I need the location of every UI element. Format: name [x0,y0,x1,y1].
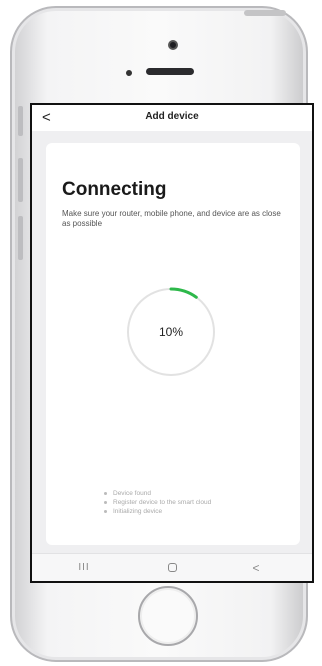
nav-back-icon[interactable]: < [244,560,268,576]
connecting-card: Connecting Make sure your router, mobile… [46,143,300,545]
home-icon[interactable] [160,560,184,576]
phone-home-button [138,586,198,646]
step-label: Device found [113,490,151,497]
recents-icon[interactable]: III [72,560,96,576]
step-item: Register device to the smart cloud [104,498,211,507]
system-nav-bar: III < [32,553,312,581]
power-button [244,10,286,16]
step-label: Register device to the smart cloud [113,499,212,506]
page-title: Add device [145,111,199,122]
bullet-icon [104,501,107,504]
bullet-icon [104,492,107,495]
step-item: Initializing device [104,507,211,516]
connecting-title: Connecting [62,179,167,200]
bullet-icon [104,510,107,513]
step-item: Device found [104,489,211,498]
front-camera [168,40,178,50]
proximity-sensor [126,70,132,76]
connecting-description: Make sure your router, mobile phone, and… [62,209,281,228]
phone-screen: < Add device Connecting Make sure your r… [30,103,314,583]
app-header: < Add device [32,105,312,131]
step-label: Initializing device [113,508,163,515]
mute-switch [18,106,23,136]
volume-up-button [18,158,23,202]
earpiece-speaker [146,68,194,75]
volume-down-button [18,216,23,260]
connection-steps: Device found Register device to the smar… [104,489,211,516]
progress-percentage: 10% [158,325,184,339]
